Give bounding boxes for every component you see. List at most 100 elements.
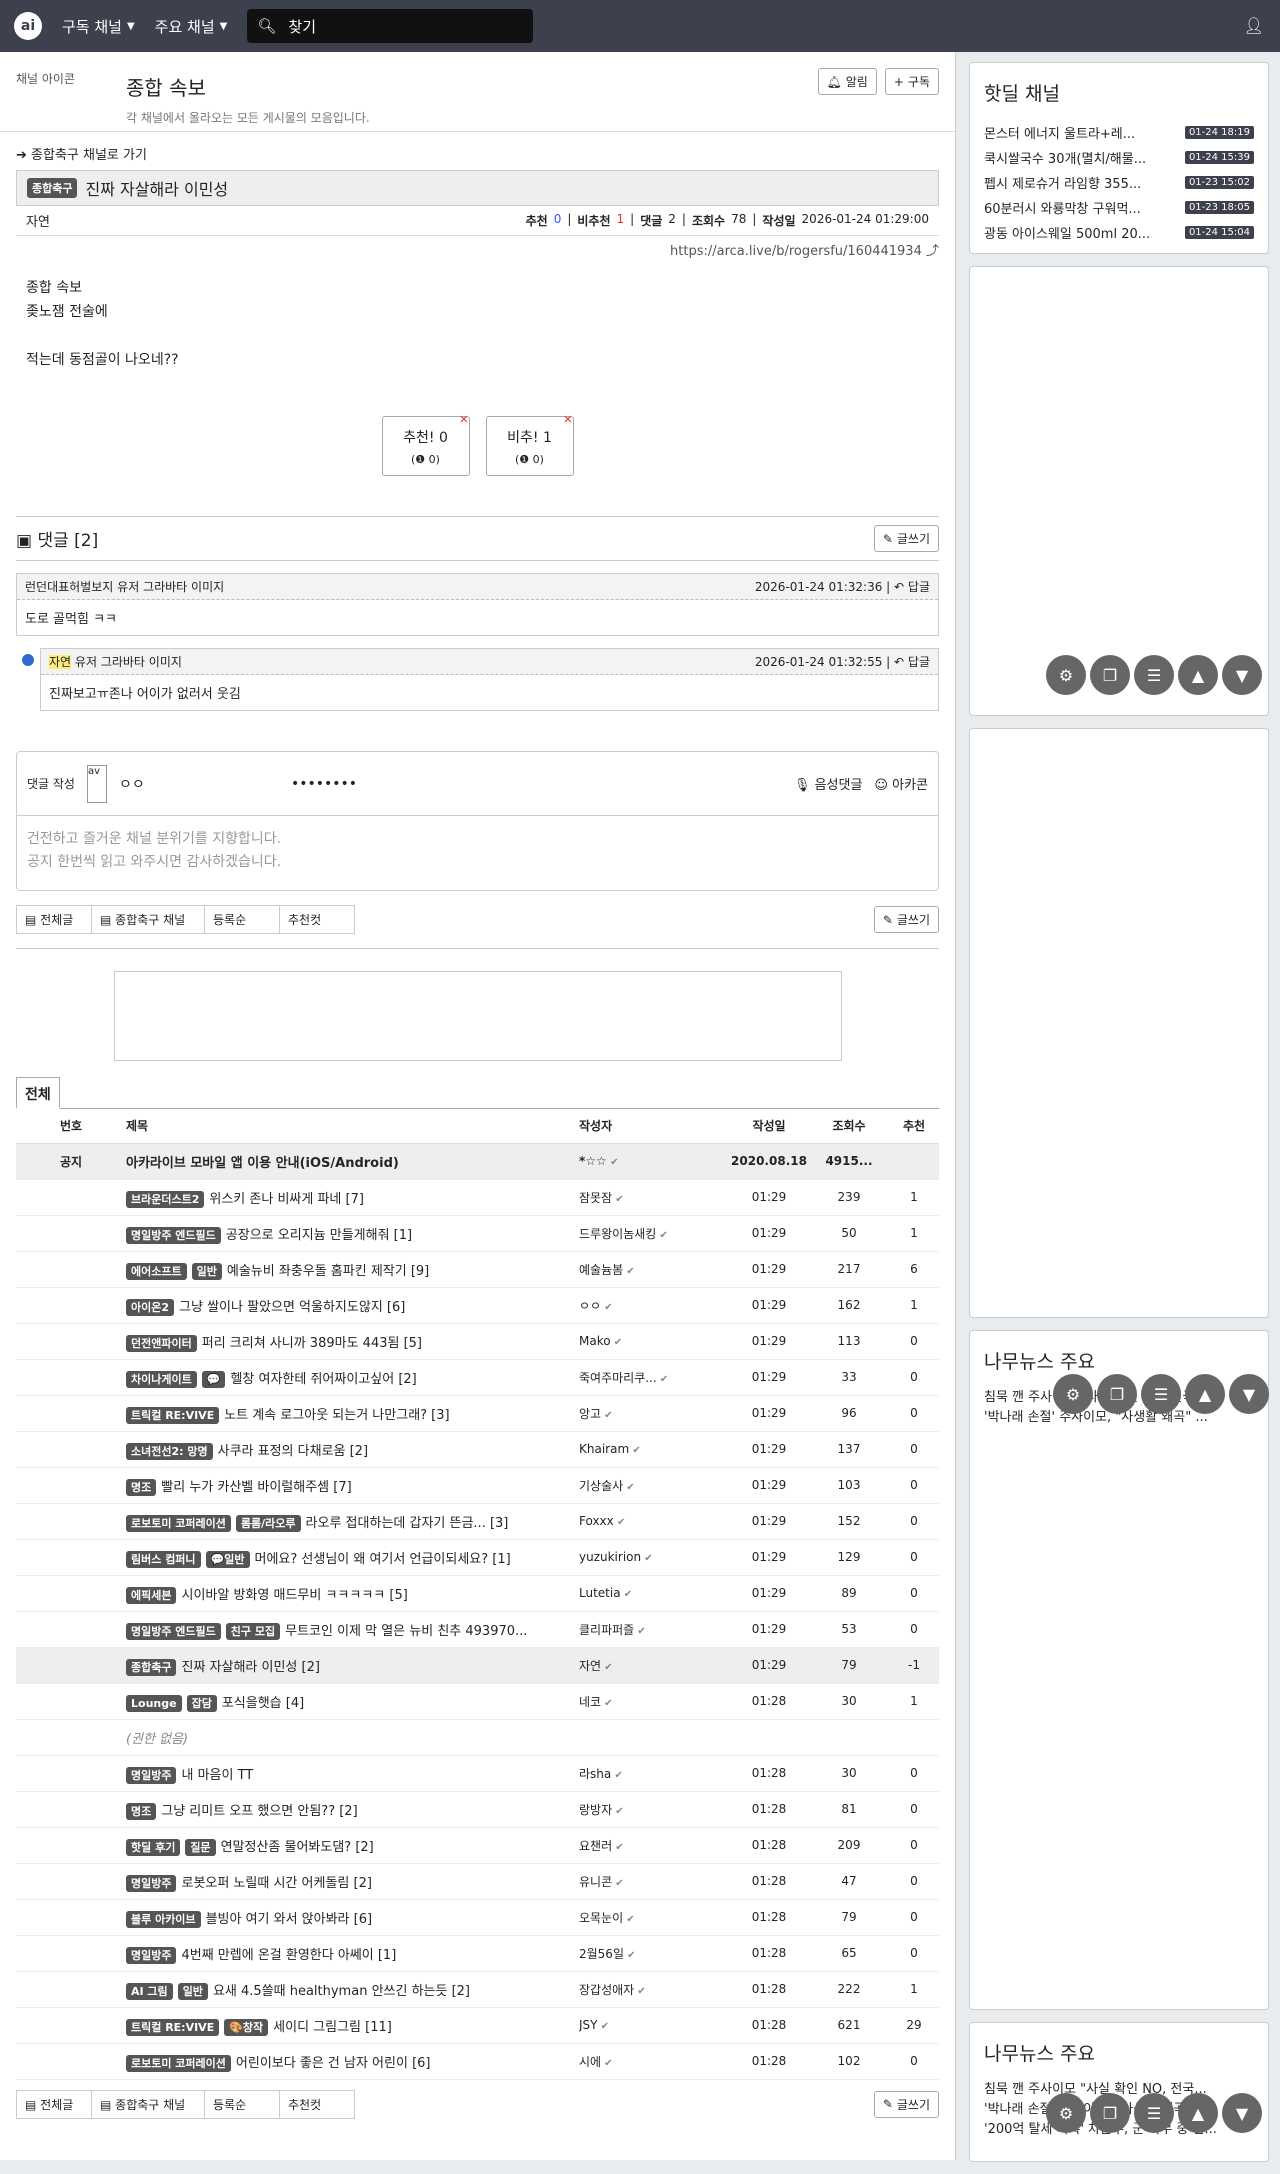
category-badge[interactable]: 💬일반 — [205, 1550, 250, 1568]
table-row[interactable]: 핫딜 후기 질문 연말정산좀 물어봐도댐? [2] 요챈러 ✔ 01:28 209 0 — [16, 1827, 939, 1864]
post-title-cell[interactable]: 명조 그냥 리미트 오프 했으면 안됨?? [2] — [126, 1791, 579, 1828]
post-title-cell[interactable]: 브라운더스트2 위스키 존나 비싸게 파네 [7] — [126, 1179, 579, 1216]
table-row[interactable]: 명일방주 엔드필드 공장으로 오리지늄 만들게해줘 [1] 드루왕이놈새킹 ✔ 01:… — [16, 1215, 939, 1252]
post-author[interactable] — [579, 1719, 729, 1756]
best-filter-select[interactable]: 추천컷 — [279, 2089, 355, 2119]
post-title-cell[interactable]: 명일방주 4번째 만렙에 온걸 환영한다 아쎄이 [1] — [126, 1935, 579, 1972]
arrow-down-icon[interactable]: ▼ — [1229, 1374, 1269, 1414]
table-row[interactable]: 에어소프트 일반 예술뉴비 좌충우돌 홈파킨 제작기 [9] 예술늄봄 ✔ 01:29 2… — [16, 1251, 939, 1288]
category-badge[interactable]: 에픽세븐 — [126, 1586, 177, 1604]
table-row[interactable]: 소녀전선2: 망명 사쿠라 표정의 다채로움 [2] Khairam ✔ 01:29 1… — [16, 1431, 939, 1468]
tab-channel[interactable]: ▤ 종합축구 채널 — [91, 905, 205, 934]
upvote-button[interactable]: ✕ 추천! 0 (❶ 0) — [381, 413, 470, 476]
category-badge[interactable]: 블루 아카이브 — [126, 1910, 201, 1928]
tab-all[interactable]: 전체 — [16, 1077, 60, 1109]
post-title[interactable]: 블빙아 여기 와서 앉아봐라 [6] — [206, 1912, 373, 1927]
post-title-cell[interactable]: 던전앤파이터 퍼리 크리쳐 사니까 389마도 443됨 [5] — [126, 1323, 579, 1360]
arrow-up-icon[interactable]: ▲ — [1178, 655, 1218, 695]
post-title[interactable]: 라오루 접대하는데 갑자기 뜬금... [3] — [306, 1516, 509, 1531]
post-title-cell[interactable]: 핫딜 후기 질문 연말정산좀 물어봐도댐? [2] — [126, 1827, 579, 1864]
table-row[interactable]: 에픽세븐 시이바알 방화영 매드무비 ㅋㅋㅋㅋㅋ [5] Lutetia ✔ 01:2… — [16, 1575, 939, 1612]
hotdeal-item[interactable]: 쿡시쌀국수 30개(멸치/해물... 01-24 15:39 — [984, 145, 1254, 170]
post-author[interactable]: 요챈러 ✔ — [579, 1827, 729, 1864]
category-badge[interactable]: 로보토미 코퍼레이션 — [126, 2054, 231, 2072]
post-title[interactable]: 4번째 만렙에 온걸 환영한다 아쎄이 [1] — [181, 1948, 396, 1963]
hotdeal-item[interactable]: 몬스터 에너지 울트라+레... 01-24 18:19 — [984, 120, 1254, 145]
category-badge[interactable]: 질문 — [185, 1838, 216, 1856]
gear-icon[interactable]: ⚙ — [1046, 655, 1086, 695]
post-author[interactable]: Mako ✔ — [579, 1323, 729, 1360]
hotdeal-title[interactable]: 핫딜 채널 — [984, 79, 1254, 106]
voice-comment-button[interactable]: 🎙︎ 음성댓글 — [794, 774, 863, 793]
post-title[interactable]: 세이디 그림그림 [11] — [273, 2020, 392, 2035]
list-icon[interactable]: ☰ — [1134, 2093, 1174, 2133]
search-input[interactable]: 🔍︎ 찾기 — [247, 9, 534, 43]
post-author[interactable]: 클리파퍼즐 ✔ — [579, 1611, 729, 1648]
table-row[interactable]: 브라운더스트2 위스키 존나 비싸게 파네 [7] 잠못잠 ✔ 01:29 239 1 — [16, 1179, 939, 1216]
post-title-cell[interactable]: 아이온2 그냥 쌀이나 팔았으면 억울하지도않지 [6] — [126, 1287, 579, 1324]
post-title-cell[interactable]: Lounge 잡담 포식을햇습 [4] — [126, 1683, 579, 1720]
post-title[interactable]: 노트 계속 로그아웃 되는거 나만그래? [3] — [224, 1408, 449, 1423]
post-title-cell[interactable]: 로보토미 코퍼레이션 어린이보다 좋은 건 남자 어린이 [6] — [126, 2043, 579, 2080]
write-button[interactable]: ✎ 글쓰기 — [873, 906, 939, 933]
table-row[interactable]: 종합축구 진짜 자살해라 이민성 [2] 자연 ✔ 01:29 79 -1 — [16, 1647, 939, 1684]
copy-icon[interactable]: ❐ — [1090, 655, 1130, 695]
post-author[interactable]: 랑방자 ✔ — [579, 1791, 729, 1828]
sort-select[interactable]: 등록순 — [204, 905, 280, 934]
category-badge[interactable]: 명일방주 엔드필드 — [126, 1622, 221, 1640]
category-badge[interactable]: 소녀전선2: 망명 — [126, 1442, 213, 1460]
category-badge[interactable]: 일반 — [191, 1262, 222, 1280]
category-badge[interactable]: 친구 모집 — [225, 1622, 281, 1640]
category-badge[interactable]: AI 그림 — [126, 1982, 173, 2000]
hotdeal-item[interactable]: 펩시 제로슈거 라임향 355... 01-23 15:02 — [984, 170, 1254, 195]
post-title-cell[interactable]: 트릭컬 RE:VIVE 노트 계속 로그아웃 되는거 나만그래? [3] — [126, 1395, 579, 1432]
post-title[interactable]: 헬창 여자한테 쥐어짜이고싶어 [2] — [230, 1372, 416, 1387]
post-title-cell[interactable]: 에어소프트 일반 예술뉴비 좌충우돌 홈파킨 제작기 [9] — [126, 1251, 579, 1288]
post-title[interactable]: 로봇오퍼 노릴때 시간 어케돌림 [2] — [181, 1876, 371, 1891]
table-row[interactable]: 명조 빨리 누가 카산벨 바이럴해주셈 [7] 기상술사 ✔ 01:29 103 0 — [16, 1467, 939, 1504]
category-badge[interactable]: 아이온2 — [126, 1298, 175, 1316]
post-title-cell[interactable]: AI 그림 일반 요새 4.5쓸때 healthyman 안쓰긴 하는듯 [2] — [126, 1971, 579, 2008]
post-title-cell[interactable]: 에픽세븐 시이바알 방화영 매드무비 ㅋㅋㅋㅋㅋ [5] — [126, 1575, 579, 1612]
post-title-cell[interactable]: 명일방주 내 마음이 TT — [126, 1755, 579, 1792]
post-title[interactable]: 진짜 자살해라 이민성 [2] — [181, 1660, 319, 1675]
arrow-down-icon[interactable]: ▼ — [1222, 2093, 1262, 2133]
password-field[interactable]: •••••••• — [291, 776, 782, 792]
comment-author[interactable]: 자연 — [49, 655, 72, 669]
post-author[interactable]: 라sha ✔ — [579, 1755, 729, 1792]
news-title[interactable]: 나무뉴스 주요 — [984, 1347, 1254, 1374]
reply-button[interactable]: ↶ 답글 — [894, 580, 930, 594]
category-badge[interactable]: 던전앤파이터 — [126, 1334, 197, 1352]
header-rec[interactable]: 추천 — [889, 1109, 939, 1144]
category-badge[interactable]: 롬롬/라오루 — [235, 1514, 301, 1532]
category-badge[interactable]: 명조 — [126, 1478, 157, 1496]
reply-button[interactable]: ↶ 답글 — [894, 655, 930, 669]
table-row[interactable]: (권한 없음) — [16, 1719, 939, 1756]
post-author[interactable]: Foxxx ✔ — [579, 1503, 729, 1540]
post-author[interactable]: ㅇㅇ ✔ — [579, 1287, 729, 1324]
post-title[interactable]: 시이바알 방화영 매드무비 ㅋㅋㅋㅋㅋ [5] — [181, 1588, 407, 1603]
post-author[interactable]: 죽여주마리쿠... ✔ — [579, 1359, 729, 1396]
table-row[interactable]: 명일방주 로봇오퍼 노릴때 시간 어케돌림 [2] 유니콘 ✔ 01:28 47 0 — [16, 1863, 939, 1900]
site-logo[interactable]: ai — [14, 12, 42, 40]
post-title[interactable]: 무트코인 이제 막 열은 뉴비 친추 493970... — [285, 1624, 527, 1639]
table-row[interactable]: 트릭컬 RE:VIVE 노트 계속 로그아웃 되는거 나만그래? [3] 앙고 ✔ 0… — [16, 1395, 939, 1432]
header-date[interactable]: 작성일 — [729, 1109, 809, 1144]
share-icon[interactable]: ⤴ — [926, 244, 939, 259]
post-title[interactable]: 위스키 존나 비싸게 파네 [7] — [209, 1192, 364, 1207]
table-row[interactable]: 명일방주 내 마음이 TT 라sha ✔ 01:28 30 0 — [16, 1755, 939, 1792]
post-title-cell[interactable]: (권한 없음) — [126, 1719, 579, 1756]
category-badge[interactable]: 브라운더스트2 — [126, 1190, 205, 1208]
side-ad[interactable] — [969, 728, 1269, 1318]
downvote-button[interactable]: ✕ 비추! 1 (❶ 0) — [485, 413, 574, 476]
table-row[interactable]: 아이온2 그냥 쌀이나 팔았으면 억울하지도않지 [6] ㅇㅇ ✔ 01:29 162 1 — [16, 1287, 939, 1324]
post-title[interactable]: 어린이보다 좋은 건 남자 어린이 [6] — [236, 2056, 431, 2071]
best-filter-select[interactable]: 추천컷 — [279, 905, 355, 934]
header-title[interactable]: 제목 — [126, 1109, 579, 1144]
post-author[interactable]: 예술늄봄 ✔ — [579, 1251, 729, 1288]
category-badge[interactable]: 종합축구 — [126, 1658, 177, 1676]
table-row[interactable]: 명조 그냥 리미트 오프 했으면 안됨?? [2] 랑방자 ✔ 01:28 81 0 — [16, 1791, 939, 1828]
user-icon[interactable]: 👤︎ — [1244, 16, 1264, 35]
side-ad[interactable]: ⚙ ❐ ☰ ▲ ▼ — [969, 266, 1269, 716]
write-button[interactable]: ✎ 글쓰기 — [873, 2090, 939, 2118]
